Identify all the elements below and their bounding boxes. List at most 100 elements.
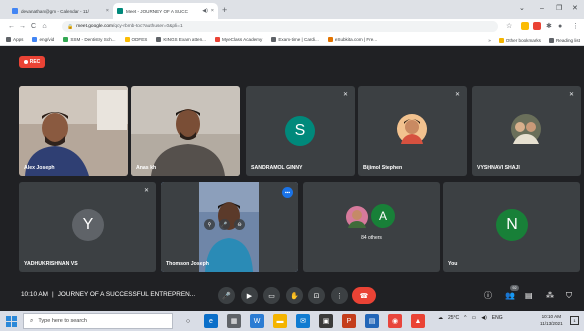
- tab-title: Meet - JOURNEY OF A SUCC: [126, 8, 188, 14]
- cortana-icon[interactable]: ○: [181, 314, 195, 328]
- weather-icon[interactable]: ☁: [438, 315, 443, 321]
- participant-name: YADHUKRISHNAN VS: [24, 261, 78, 267]
- search-icon: ⌕: [30, 317, 34, 324]
- extension-icon[interactable]: [533, 22, 541, 30]
- activities-icon[interactable]: ⁂: [546, 291, 554, 300]
- recording-indicator[interactable]: REC: [19, 56, 45, 68]
- participant-tile-anas[interactable]: Anas kh: [131, 86, 240, 176]
- close-window-icon[interactable]: ✕: [572, 4, 578, 14]
- participant-tile-bijimol[interactable]: ✕ Bijimol Stephen: [358, 86, 467, 176]
- mic-button[interactable]: 🎤: [218, 287, 235, 304]
- participant-tile-others[interactable]: A 84 others: [303, 182, 440, 272]
- bookmark-myeclass[interactable]: MyeClass Academy: [214, 37, 262, 42]
- separator: |: [52, 291, 54, 298]
- reading-list[interactable]: Reading list: [548, 37, 580, 43]
- people-icon[interactable]: 👥: [505, 291, 515, 300]
- other-bookmarks[interactable]: Other bookmarks: [498, 37, 541, 43]
- camera-button[interactable]: ▶: [241, 287, 258, 304]
- record-dot-icon: [23, 60, 28, 64]
- mail-icon[interactable]: ✉: [296, 314, 310, 328]
- language-indicator[interactable]: ENG: [492, 315, 503, 321]
- bookmark-apps[interactable]: Apps: [6, 37, 23, 42]
- participant-tile-yadhukrishnan[interactable]: ✕ Y YADHUKRISHNAN VS: [19, 182, 156, 272]
- new-tab-button[interactable]: +: [222, 4, 227, 16]
- clock-date: 11/13/2021: [540, 320, 563, 326]
- participant-tile-alex[interactable]: Alex Joseph: [19, 86, 128, 176]
- app-icon[interactable]: ▲: [411, 314, 425, 328]
- volume-icon[interactable]: ◀): [481, 315, 487, 321]
- minimize-icon[interactable]: –: [540, 4, 544, 14]
- host-controls-icon[interactable]: ⛉: [566, 291, 572, 300]
- powerpoint-icon[interactable]: P: [342, 314, 356, 328]
- bookmarks-bar: Apps eng/vid SSM - Dentistry Sch... ODFE…: [0, 34, 584, 46]
- bookmark-odfes[interactable]: ODFES: [124, 37, 147, 42]
- taskbar-search-input[interactable]: ⌕ Type here to search: [23, 313, 173, 329]
- file-explorer-icon[interactable]: ▬: [273, 314, 287, 328]
- pin-icon[interactable]: ⚲: [204, 219, 215, 230]
- participant-name: You: [448, 261, 458, 267]
- home-icon[interactable]: ⌂: [39, 23, 50, 30]
- word-icon[interactable]: W: [250, 314, 264, 328]
- reload-icon[interactable]: C: [28, 23, 39, 30]
- puzzle-extensions-icon[interactable]: ✱: [546, 22, 552, 31]
- participant-tile-you[interactable]: N You: [443, 182, 580, 272]
- bookmark-ssm[interactable]: SSM - Dentistry Sch...: [63, 37, 116, 42]
- address-bar[interactable]: 🔒 meet.google.com /qcy-rbmb-toc?authuser…: [62, 21, 498, 32]
- bookmark-kings[interactable]: KINGS Exam atten...: [156, 37, 206, 42]
- taskbar-clock[interactable]: 10:10 AM 11/13/2021: [540, 314, 563, 327]
- more-options-button[interactable]: ⋮: [331, 287, 348, 304]
- restore-icon[interactable]: ❐: [556, 4, 562, 14]
- mute-participant-icon[interactable]: 🎤: [219, 219, 230, 230]
- avatar: A: [371, 204, 395, 228]
- bookmark-esubkita[interactable]: eSubkita.com | Fre...: [327, 37, 377, 42]
- avatar: [511, 114, 541, 144]
- present-button[interactable]: ⊡: [308, 287, 325, 304]
- windows-taskbar: ⌕ Type here to search ○ e ▦ W ▬ ✉ ▣ P ▤ …: [0, 311, 584, 331]
- edge-icon[interactable]: e: [204, 314, 218, 328]
- chrome-icon[interactable]: ◉: [388, 314, 402, 328]
- show-hidden-icons[interactable]: ^: [464, 315, 466, 321]
- menu-kebab-icon[interactable]: ⋮: [572, 22, 579, 31]
- tab-calendar[interactable]: devanathan@gm - Calendar - 11/ ×: [8, 3, 113, 19]
- windows-start-icon[interactable]: [4, 314, 18, 328]
- network-icon[interactable]: ▭: [472, 315, 477, 321]
- participant-tile-thomson[interactable]: ▪▪▪ ⚲ 🎤 ⊖ Thomson Joseph: [161, 182, 298, 272]
- profile-avatar[interactable]: ●: [558, 22, 562, 31]
- captions-button[interactable]: ▭: [263, 287, 280, 304]
- meeting-details-icon[interactable]: ⓘ: [484, 291, 492, 300]
- lock-icon: 🔒: [67, 23, 74, 30]
- notifications-icon[interactable]: 1: [570, 316, 579, 325]
- participant-tile-sandramol[interactable]: ✕ S SANDRAMOL GINNY: [246, 86, 355, 176]
- back-icon[interactable]: ←: [6, 23, 17, 30]
- remove-participant-icon[interactable]: ⊖: [234, 219, 245, 230]
- leave-call-button[interactable]: ☎: [352, 287, 376, 304]
- folder-icon: [498, 37, 504, 43]
- bookmark-eng-vid[interactable]: eng/vid: [32, 37, 54, 42]
- audio-playing-icon[interactable]: ◀): [202, 8, 208, 14]
- extension-icon[interactable]: [521, 22, 529, 30]
- bookmark-exam-time[interactable]: Exam-time | Cardi...: [271, 37, 319, 42]
- store-icon[interactable]: ▣: [319, 314, 333, 328]
- address-host: meet.google.com: [76, 24, 114, 29]
- participant-video: [131, 86, 240, 176]
- bookmark-favicon-icon: [63, 37, 69, 42]
- bookmark-star-icon[interactable]: ☆: [506, 22, 512, 31]
- close-tab-icon[interactable]: ×: [211, 8, 214, 14]
- forward-icon[interactable]: →: [17, 23, 28, 30]
- more-bookmarks-button[interactable]: »: [488, 38, 491, 43]
- browser-tab-bar: devanathan@gm - Calendar - 11/ × Meet - …: [0, 0, 584, 19]
- weather-temp[interactable]: 25°C: [448, 315, 459, 321]
- bookmark-favicon-icon: [327, 37, 333, 42]
- mic-muted-icon: ✕: [342, 92, 348, 98]
- task-view-icon[interactable]: ▦: [227, 314, 241, 328]
- app-icon[interactable]: ▤: [365, 314, 379, 328]
- tab-meet[interactable]: Meet - JOURNEY OF A SUCC ◀) ×: [113, 3, 218, 19]
- raise-hand-button[interactable]: ✋: [286, 287, 303, 304]
- participant-tile-vyshnavi[interactable]: ✕ VYSHNAVI SHAJI: [472, 86, 581, 176]
- close-tab-icon[interactable]: ×: [106, 8, 109, 14]
- tab-search-icon[interactable]: ⌄: [519, 4, 525, 14]
- speaking-indicator-icon: ▪▪▪: [282, 187, 293, 198]
- avatar: [346, 206, 368, 228]
- bookmarks-right: » Other bookmarks Reading list: [484, 34, 580, 45]
- chat-icon[interactable]: ▤: [525, 291, 533, 300]
